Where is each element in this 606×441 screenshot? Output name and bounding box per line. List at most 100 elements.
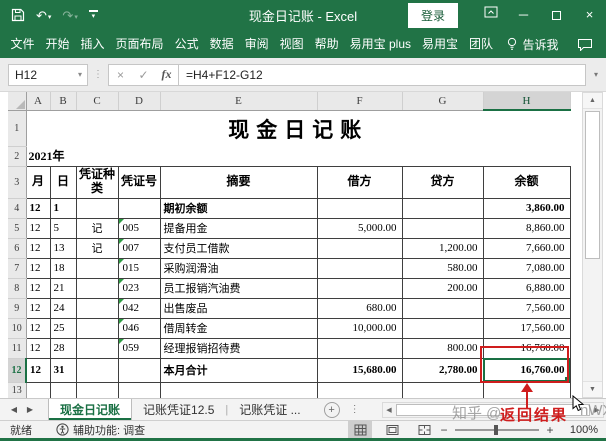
cell-E5[interactable]: 提备用金 <box>160 218 317 238</box>
row-header-8[interactable]: 8 <box>8 278 26 298</box>
cell-D8[interactable]: 023 <box>118 278 160 298</box>
cell-F8[interactable] <box>317 278 402 298</box>
cell-G12[interactable]: 2,780.00 <box>402 358 483 382</box>
row-header-2[interactable]: 2 <box>8 146 26 166</box>
cell-D11[interactable]: 059 <box>118 338 160 358</box>
cell-D13[interactable] <box>118 382 160 398</box>
horizontal-scrollbar[interactable]: ◀ ▶ <box>382 402 604 418</box>
cell-G6[interactable]: 1,200.00 <box>402 238 483 258</box>
cell-G11[interactable]: 800.00 <box>402 338 483 358</box>
cell-E10[interactable]: 借周转金 <box>160 318 317 338</box>
cell-A11[interactable]: 12 <box>26 338 50 358</box>
cell-E12[interactable]: 本月合计 <box>160 358 317 382</box>
cell-H7[interactable]: 7,080.00 <box>483 258 570 278</box>
ribbon-tab-10[interactable]: 易用宝 plus <box>344 30 416 58</box>
cell-E8[interactable]: 员工报销汽油费 <box>160 278 317 298</box>
cell-G8[interactable]: 200.00 <box>402 278 483 298</box>
new-sheet-button[interactable]: + <box>324 402 340 418</box>
maximize-button[interactable] <box>540 0 573 30</box>
column-header-G[interactable]: G <box>402 92 483 110</box>
ribbon-display-options-button[interactable] <box>474 0 507 30</box>
redo-button[interactable]: ↷▾ <box>62 9 77 22</box>
sheet-nav-right-button[interactable]: ▶ <box>22 399 38 420</box>
zoom-out-button[interactable]: − <box>436 423 452 437</box>
cell-B12[interactable]: 31 <box>50 358 76 382</box>
scroll-right-button[interactable]: ▶ <box>591 406 603 414</box>
cell-D10[interactable]: 046 <box>118 318 160 338</box>
ribbon-tab-2[interactable]: 开始 <box>40 30 75 58</box>
accessibility-status[interactable]: 辅助功能: 调查 <box>56 422 145 438</box>
insert-function-button[interactable]: fx <box>155 67 178 82</box>
cell-B3[interactable]: 日 <box>50 166 76 198</box>
cell-G9[interactable] <box>402 298 483 318</box>
cell-B6[interactable]: 13 <box>50 238 76 258</box>
column-header-A[interactable]: A <box>26 92 50 110</box>
horizontal-scrollbar-thumb[interactable] <box>396 404 590 416</box>
cell-H4[interactable]: 3,860.00 <box>483 198 570 218</box>
cell-C11[interactable] <box>76 338 118 358</box>
row-header-3[interactable]: 3 <box>8 166 26 198</box>
cell-D3[interactable]: 凭证号 <box>118 166 160 198</box>
cell-A10[interactable]: 12 <box>26 318 50 338</box>
column-header-D[interactable]: D <box>118 92 160 110</box>
cell-C7[interactable] <box>76 258 118 278</box>
cell-C8[interactable] <box>76 278 118 298</box>
column-header-C[interactable]: C <box>76 92 118 110</box>
cell-C3[interactable]: 凭证种类 <box>76 166 118 198</box>
zoom-level[interactable]: 100% <box>558 424 598 436</box>
ribbon-tab-9[interactable]: 帮助 <box>309 30 344 58</box>
sign-in-button[interactable]: 登录 <box>408 3 458 28</box>
cell-D6[interactable]: 007 <box>118 238 160 258</box>
cell-F11[interactable] <box>317 338 402 358</box>
row-header-9[interactable]: 9 <box>8 298 26 318</box>
cell-B11[interactable]: 28 <box>50 338 76 358</box>
cell-A9[interactable]: 12 <box>26 298 50 318</box>
cell-G4[interactable] <box>402 198 483 218</box>
comments-button[interactable] <box>577 38 593 51</box>
cell-H3[interactable]: 余额 <box>483 166 570 198</box>
customize-qat-button[interactable]: ▾ <box>89 10 98 20</box>
sheet-tab-overflow[interactable]: ⋮ <box>350 399 360 420</box>
cell-C13[interactable] <box>76 382 118 398</box>
name-box-dropdown-icon[interactable]: ▾ <box>73 70 87 79</box>
ribbon-tab-12[interactable]: 团队 <box>464 30 499 58</box>
ribbon-tab-5[interactable]: 公式 <box>169 30 204 58</box>
ribbon-tab-8[interactable]: 视图 <box>274 30 309 58</box>
cell-H11[interactable]: 16,760.00 <box>483 338 570 358</box>
scroll-down-button[interactable]: ▼ <box>583 381 602 397</box>
cell-D12[interactable] <box>118 358 160 382</box>
cell-F13[interactable] <box>317 382 402 398</box>
cell-H8[interactable]: 6,880.00 <box>483 278 570 298</box>
row-header-5[interactable]: 5 <box>8 218 26 238</box>
sheet-tab-1[interactable]: 现金日记账 <box>48 399 132 420</box>
cell-C9[interactable] <box>76 298 118 318</box>
column-header-B[interactable]: B <box>50 92 76 110</box>
cell-C5[interactable]: 记 <box>76 218 118 238</box>
cancel-button[interactable]: × <box>109 68 132 82</box>
minimize-button[interactable]: ─ <box>507 0 540 30</box>
save-button[interactable] <box>11 8 25 22</box>
ribbon-tab-1[interactable]: 文件 <box>5 30 40 58</box>
cell-D4[interactable] <box>118 198 160 218</box>
cell-B8[interactable]: 21 <box>50 278 76 298</box>
cell-A8[interactable]: 12 <box>26 278 50 298</box>
cell-A7[interactable]: 12 <box>26 258 50 278</box>
normal-view-button[interactable] <box>348 421 372 438</box>
scroll-left-button[interactable]: ◀ <box>383 406 395 414</box>
vertical-scrollbar-thumb[interactable] <box>585 111 600 259</box>
cell-D9[interactable]: 042 <box>118 298 160 318</box>
cell-F10[interactable]: 10,000.00 <box>317 318 402 338</box>
row-header-11[interactable]: 11 <box>8 338 26 358</box>
scroll-up-button[interactable]: ▲ <box>583 93 602 109</box>
row-header-6[interactable]: 6 <box>8 238 26 258</box>
cell-A6[interactable]: 12 <box>26 238 50 258</box>
cell-H9[interactable]: 7,560.00 <box>483 298 570 318</box>
row-header-4[interactable]: 4 <box>8 198 26 218</box>
row-header-1[interactable]: 1 <box>8 110 26 146</box>
cell-A5[interactable]: 12 <box>26 218 50 238</box>
ribbon-tab-4[interactable]: 页面布局 <box>110 30 169 58</box>
zoom-in-button[interactable]: + <box>542 423 558 437</box>
cell-A13[interactable] <box>26 382 50 398</box>
cell-A4[interactable]: 12 <box>26 198 50 218</box>
cell-C10[interactable] <box>76 318 118 338</box>
